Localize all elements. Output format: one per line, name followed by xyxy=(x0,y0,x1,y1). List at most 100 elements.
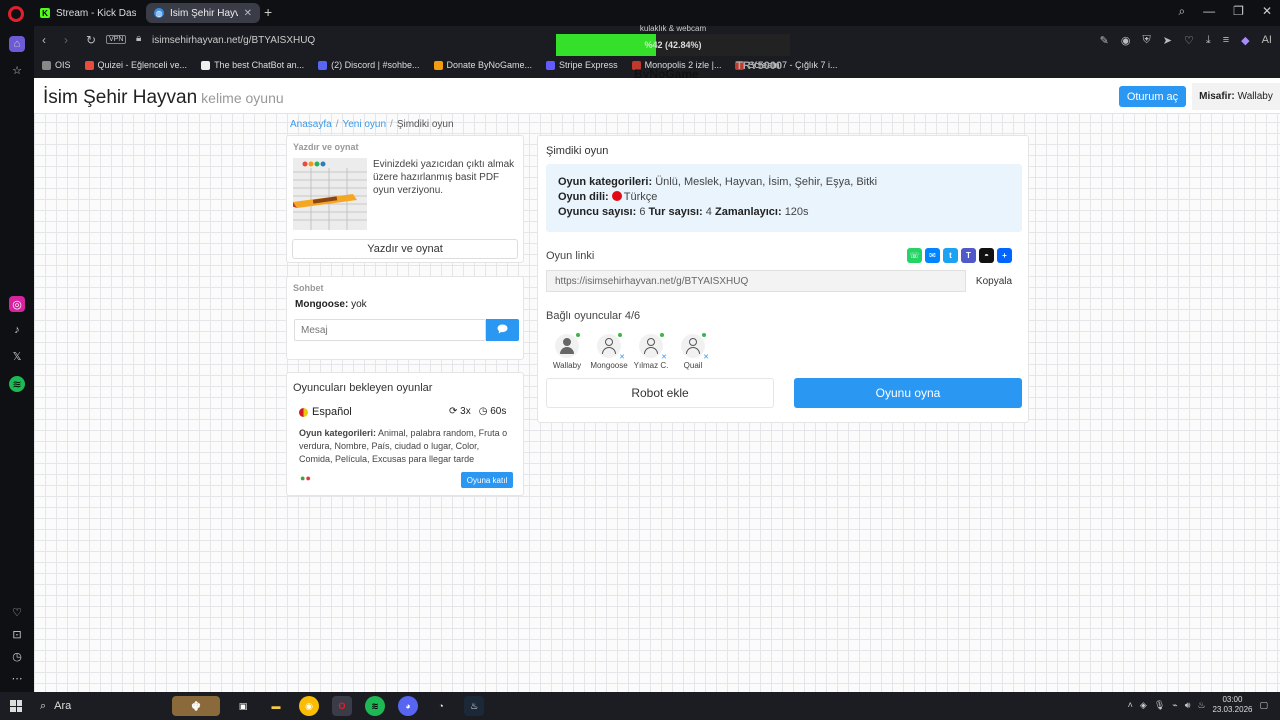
login-button[interactable]: Oturum aç xyxy=(1119,86,1186,107)
join-game-button[interactable]: Oyuna katıl xyxy=(461,472,513,488)
tab-kick-dashboard[interactable]: K Stream - Kick Dashboard xyxy=(32,3,144,23)
kick-icon: K xyxy=(40,8,50,18)
vpn-badge[interactable]: VPN xyxy=(106,35,127,44)
game-categories: Oyun kategorileri: Ünlü, Meslek, Hayvan,… xyxy=(558,176,878,188)
stream-goal-overlay: kulaklık & webcam %42 (42.84%) xyxy=(556,24,790,56)
tiktok-icon[interactable]: ♪ xyxy=(9,322,25,338)
site-title[interactable]: İsim Şehir Hayvan kelime oyunu xyxy=(43,87,284,109)
bookmark-item[interactable]: (2) Discord | #sohbe... xyxy=(318,60,420,70)
home-icon[interactable]: ⌂ xyxy=(9,36,25,52)
history-icon[interactable]: ◷ xyxy=(9,648,25,664)
file-explorer-icon[interactable]: ▬ xyxy=(266,696,286,716)
add-robot-button[interactable]: Robot ekle xyxy=(546,378,774,408)
aria-icon[interactable]: ◆ xyxy=(1241,34,1249,47)
teams-icon[interactable]: T xyxy=(961,248,976,263)
tab-isim-sehir-hayvan[interactable]: ◍ İsim Şehir Hayvan oyu ✕ xyxy=(146,3,260,23)
network-icon[interactable]: ⌁ xyxy=(1172,700,1177,711)
kick-player-icon[interactable]: ✕ xyxy=(661,353,667,361)
waiting-players-icons: ●● xyxy=(300,473,311,483)
messenger-icon[interactable]: ✉ xyxy=(925,248,940,263)
system-tray: ˄ ◈ 🎙︎ ⌁ 🔊︎ ♨ 03:00 23.03.2026 ▢ xyxy=(1128,695,1268,716)
online-indicator xyxy=(576,333,580,337)
microphone-icon[interactable]: 🎙︎ xyxy=(1154,700,1165,711)
notifications-icon[interactable]: ▢ xyxy=(1259,700,1268,711)
widget-image-icon[interactable]: 🌵︎ xyxy=(172,696,220,716)
instagram-icon[interactable]: ◎ xyxy=(9,296,25,312)
bookmark-item[interactable]: Quizei - Eğlenceli ve... xyxy=(84,60,187,70)
windows-start-icon[interactable] xyxy=(10,700,22,712)
waiting-game-categories: Oyun kategorileri: Animal, palabra rando… xyxy=(299,428,508,465)
ai-button[interactable]: AI xyxy=(1262,34,1272,47)
download-icon[interactable]: ⤓ xyxy=(1206,34,1211,47)
camera-icon[interactable]: ◉ xyxy=(1121,34,1131,47)
game-link-field[interactable] xyxy=(546,270,966,292)
bookmark-item[interactable]: The best ChatBot an... xyxy=(201,60,304,70)
print-and-play-button[interactable]: Yazdır ve oynat xyxy=(292,239,518,259)
player-card: ✕ Quail xyxy=(670,333,716,370)
search-icon: ⌕ xyxy=(40,699,47,712)
lock-icon[interactable]: 🔒︎ xyxy=(136,33,141,44)
forward-icon[interactable]: › xyxy=(64,33,68,47)
search-tabs-icon[interactable]: ⌕ xyxy=(1178,4,1185,19)
spotify-taskbar-icon[interactable]: ≋ xyxy=(365,696,385,716)
menu-icon[interactable]: ≡ xyxy=(1223,34,1229,47)
task-view-icon[interactable]: ▣ xyxy=(233,696,253,716)
tray-chevron-icon[interactable]: ˄ xyxy=(1128,700,1133,710)
taskbar-clock[interactable]: 03:00 23.03.2026 xyxy=(1212,695,1252,716)
send-icon[interactable]: ➤ xyxy=(1163,34,1172,47)
snapchat-icon[interactable]: ◓ xyxy=(979,248,994,263)
obs-icon[interactable]: ◔ xyxy=(431,696,451,716)
spotify-icon[interactable]: ≋ xyxy=(9,376,25,392)
discord-icon[interactable]: ◕ xyxy=(398,696,418,716)
x-icon[interactable]: 𝕏 xyxy=(9,348,25,364)
print-sheet-image xyxy=(293,158,367,230)
share-more-icon[interactable]: + xyxy=(997,248,1012,263)
snapshots-icon[interactable]: ⊡ xyxy=(9,626,25,642)
game-link-label: Oyun linki xyxy=(546,250,595,262)
bookmark-item[interactable]: Donate ByNoGame... xyxy=(433,60,532,70)
tray-app-icon[interactable]: ◈ xyxy=(1140,700,1147,711)
bookmark-item[interactable]: OIS xyxy=(42,60,71,70)
browser-tab-bar: K Stream - Kick Dashboard ◍ İsim Şehir H… xyxy=(0,0,1280,26)
play-game-button[interactable]: Oyunu oyna xyxy=(794,378,1022,408)
chat-card: Sohbet Mongoose: yok xyxy=(286,276,524,360)
whatsapp-icon[interactable]: ☏ xyxy=(907,248,922,263)
current-game-card: Şimdiki oyun Oyun kategorileri: Ünlü, Me… xyxy=(537,135,1029,423)
new-tab-icon[interactable]: + xyxy=(264,4,272,20)
pin-icon[interactable]: ☆ xyxy=(9,62,25,78)
favorites-icon[interactable]: ♡ xyxy=(9,604,25,620)
maximize-icon[interactable]: ❐ xyxy=(1233,4,1244,19)
waiting-timer: ◷ 60s xyxy=(478,406,507,417)
opera-taskbar-icon[interactable]: O xyxy=(332,696,352,716)
kick-player-icon[interactable]: ✕ xyxy=(619,353,625,361)
browser-sidebar: ⌂ ☆ ◎ ♪ 𝕏 ≋ ♡ ⊡ ◷ ⋯ xyxy=(0,26,34,692)
edit-icon[interactable]: ✎ xyxy=(1100,34,1109,47)
bookmark-item[interactable]: Stripe Express xyxy=(546,60,618,70)
heart-icon[interactable]: ♡ xyxy=(1184,34,1194,47)
more-icon[interactable]: ⋯ xyxy=(9,670,25,686)
close-tab-icon[interactable]: ✕ xyxy=(244,8,252,19)
copy-link-button[interactable]: Kopyala xyxy=(966,270,1022,292)
url-field[interactable]: isimsehirhayvan.net/g/BTYAISXHUQ xyxy=(152,35,315,46)
breadcrumb-new-game-link[interactable]: Yeni oyun xyxy=(342,119,386,130)
volume-icon[interactable]: 🔊︎ xyxy=(1185,700,1191,711)
steam-tray-icon[interactable]: ♨ xyxy=(1197,700,1205,711)
taskbar-search[interactable]: ⌕ Ara xyxy=(36,696,166,716)
chat-send-button[interactable] xyxy=(486,319,519,341)
breadcrumb: Anasayfa / Yeni oyun / Şimdiki oyun xyxy=(290,119,454,130)
opera-logo-icon[interactable] xyxy=(8,6,24,22)
close-window-icon[interactable]: ✕ xyxy=(1262,4,1272,19)
chrome-icon[interactable]: ◉ xyxy=(299,696,319,716)
game-info-box: Oyun kategorileri: Ünlü, Meslek, Hayvan,… xyxy=(546,164,1022,232)
reload-icon[interactable]: ↻ xyxy=(86,33,96,47)
steam-icon[interactable]: ♨ xyxy=(464,696,484,716)
breadcrumb-home-link[interactable]: Anasayfa xyxy=(290,119,332,130)
shield-icon[interactable]: ⛨ xyxy=(1142,34,1150,47)
back-icon[interactable]: ‹ xyxy=(42,33,46,47)
waiting-rounds: ⟳ 3x xyxy=(449,406,471,417)
kick-player-icon[interactable]: ✕ xyxy=(703,353,709,361)
chat-message-input[interactable] xyxy=(294,319,486,341)
twitter-icon[interactable]: t xyxy=(943,248,958,263)
minimize-icon[interactable]: — xyxy=(1203,4,1215,19)
player-card: ✕ Mongoose xyxy=(586,333,632,370)
